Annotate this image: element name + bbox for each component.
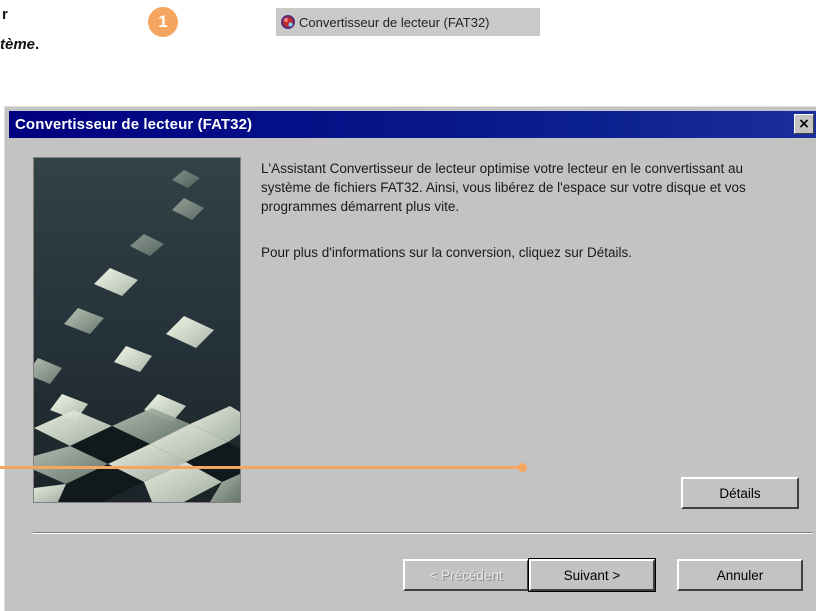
description-paragraph-1: L'Assistant Convertisseur de lecteur opt… [261,161,746,214]
details-button-label: Détails [719,485,761,501]
dialog-title: Convertisseur de lecteur (FAT32) [15,116,253,133]
cancel-button[interactable]: Annuler [677,559,803,591]
close-icon: × [798,116,810,132]
doc-line-2: tème. [0,36,40,53]
description-paragraph-2: Pour plus d'informations sur la conversi… [261,245,632,260]
close-button[interactable]: × [794,114,814,134]
step-number-badge: 1 [148,7,178,37]
button-separator [33,532,813,534]
details-button[interactable]: Détails [681,477,799,509]
doc-line-1: r [2,6,8,23]
dialog-titlebar[interactable]: Convertisseur de lecteur (FAT32) × [9,111,816,138]
callout-line [0,466,524,469]
cancel-button-label: Annuler [716,567,764,583]
wizard-description: L'Assistant Convertisseur de lecteur opt… [261,159,797,262]
back-button-label: < Précédent [429,567,503,583]
menu-item-drive-converter[interactable]: Convertisseur de lecteur (FAT32) [276,8,540,36]
menu-item-label: Convertisseur de lecteur (FAT32) [299,14,490,30]
next-button-label: Suivant > [563,567,621,583]
wizard-dialog: Convertisseur de lecteur (FAT32) × L'Ass… [4,106,816,611]
wizard-illustration [33,157,241,503]
back-button[interactable]: < Précédent [403,559,529,591]
drive-converter-icon [280,14,296,30]
callout-dot [518,463,527,472]
next-button[interactable]: Suivant > [528,558,656,592]
